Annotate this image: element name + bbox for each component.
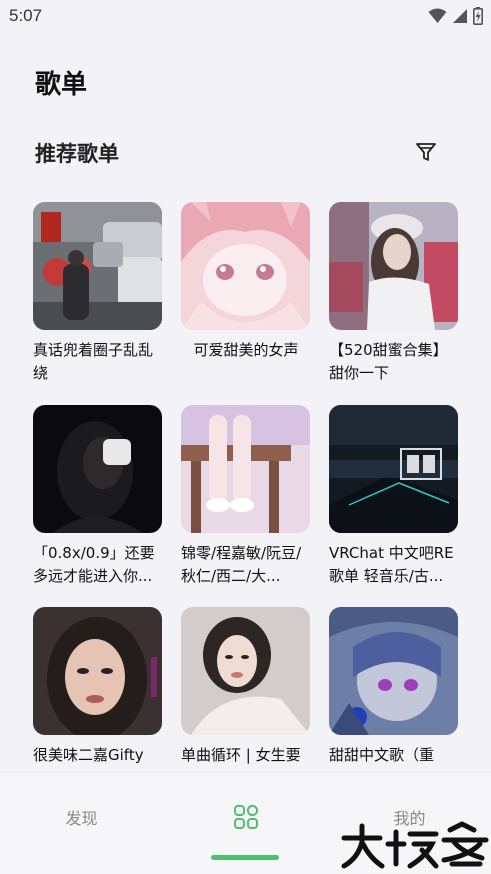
playlist-cover xyxy=(181,607,310,735)
playlist-card[interactable]: 很美味二嘉Gifty xyxy=(33,607,163,767)
grid-icon xyxy=(233,804,258,829)
status-icons xyxy=(428,7,483,25)
playlist-title: 【520甜蜜合集】甜你一下 xyxy=(329,341,448,382)
playlist-title: 「0.8x/0.9」还要多远才能进入你... xyxy=(33,544,155,585)
status-time: 5:07 xyxy=(9,6,43,25)
playlist-card[interactable]: VRChat 中文吧RE歌单 轻音乐/古... xyxy=(329,405,459,588)
page-title: 歌单 xyxy=(35,70,88,100)
playlist-title: 单曲循环 | 女生要 xyxy=(181,746,301,764)
playlist-card[interactable]: 【520甜蜜合集】甜你一下 xyxy=(329,202,459,385)
playlist-grid: 真话兜着圈子乱乱绕 可爱甜美的女声 【520甜蜜合集】甜你一下 「0.8x/0.… xyxy=(33,202,463,770)
playlist-cover xyxy=(181,202,310,330)
battery-icon xyxy=(473,7,483,25)
playlist-cover xyxy=(181,405,310,533)
nav-playlists[interactable] xyxy=(164,773,327,861)
playlist-title: 锦零/程嘉敏/阮豆/秋仁/西二/大... xyxy=(181,544,302,585)
playlist-title: 很美味二嘉Gifty xyxy=(33,746,144,764)
playlist-title: 甜甜中文歌（重 xyxy=(329,746,435,764)
watermark-logo xyxy=(341,821,489,869)
playlist-card[interactable]: 可爱甜美的女声 xyxy=(181,202,311,362)
status-bar: 5:07 xyxy=(0,0,491,34)
playlist-card[interactable]: 「0.8x/0.9」还要多远才能进入你... xyxy=(33,405,163,588)
playlist-title: VRChat 中文吧RE歌单 轻音乐/古... xyxy=(329,544,454,585)
filter-icon xyxy=(416,143,436,161)
playlist-cover xyxy=(329,607,458,735)
signal-icon xyxy=(453,9,467,23)
playlist-cover xyxy=(33,607,162,735)
active-tab-indicator xyxy=(211,855,279,860)
section-title: 推荐歌单 xyxy=(35,142,119,166)
playlist-card[interactable]: 锦零/程嘉敏/阮豆/秋仁/西二/大... xyxy=(181,405,311,588)
nav-discover[interactable]: 发现 xyxy=(0,773,163,861)
filter-button[interactable] xyxy=(410,136,442,168)
playlist-cover xyxy=(329,202,458,330)
playlist-title: 真话兜着圈子乱乱绕 xyxy=(33,341,154,382)
playlist-card[interactable]: 甜甜中文歌（重 xyxy=(329,607,459,767)
playlist-card[interactable]: 真话兜着圈子乱乱绕 xyxy=(33,202,163,385)
playlist-title: 可爱甜美的女声 xyxy=(193,341,299,359)
playlist-cover xyxy=(329,405,458,533)
wifi-icon xyxy=(428,8,447,23)
playlist-cover xyxy=(33,405,162,533)
nav-discover-label: 发现 xyxy=(65,809,98,828)
playlist-card[interactable]: 单曲循环 | 女生要 xyxy=(181,607,311,767)
playlist-cover xyxy=(33,202,162,330)
